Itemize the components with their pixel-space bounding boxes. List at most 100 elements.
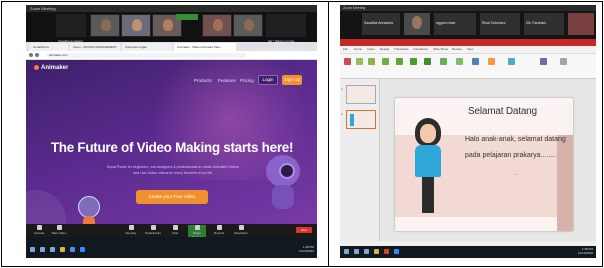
zoom-icon[interactable] bbox=[394, 249, 399, 254]
slide-thumbnail-selected[interactable] bbox=[346, 110, 376, 129]
clock: 1:48 PM 10/10/2020 bbox=[577, 247, 593, 255]
slide-title[interactable]: Selamat Datang bbox=[468, 106, 537, 117]
participant-tile[interactable]: ngguin resat bbox=[434, 13, 476, 35]
browser-tab[interactable]: Gmail/Inbox bbox=[30, 43, 68, 51]
chat-button[interactable]: Chat bbox=[166, 225, 184, 235]
window-title: Zoom Meeting bbox=[30, 6, 56, 11]
chrome-icon[interactable] bbox=[70, 247, 75, 252]
participant-tile[interactable] bbox=[404, 13, 430, 35]
start-icon[interactable] bbox=[30, 247, 35, 252]
unmute-button[interactable]: Unmute bbox=[30, 225, 48, 235]
search-icon[interactable] bbox=[354, 249, 359, 254]
new-slide-icon[interactable] bbox=[356, 58, 363, 65]
slide-thumbnails: 1 2 bbox=[340, 79, 380, 241]
participant-tile[interactable] bbox=[202, 14, 232, 37]
tab-animations[interactable]: Animations bbox=[413, 47, 428, 51]
slide-thumbnail[interactable] bbox=[346, 85, 376, 104]
start-video-button[interactable]: Start Video bbox=[50, 225, 68, 235]
participant-tile[interactable]: Ifal * Waria nur Osa... bbox=[266, 14, 306, 43]
tab-file[interactable]: File bbox=[343, 47, 348, 51]
windows-taskbar: 1:48 PM 10/10/2020 bbox=[340, 246, 596, 258]
animaker-page: Animaker Products Features Pricing Login… bbox=[26, 60, 317, 237]
participants-button[interactable]: Participants bbox=[144, 225, 162, 235]
tab-insert[interactable]: Insert bbox=[367, 47, 375, 51]
windows-taskbar: 1:48 PM 10/10/2020 bbox=[26, 237, 317, 258]
nav-pricing[interactable]: Pricing bbox=[240, 78, 254, 83]
participant-tile[interactable] bbox=[121, 14, 151, 37]
current-slide[interactable]: Selamat Datang Halo anak-anak, selamat d… bbox=[395, 98, 573, 231]
slide-text-line[interactable]: Halo anak-anak, selamat datang bbox=[465, 136, 566, 143]
reactions-button[interactable]: Reactions bbox=[232, 225, 250, 235]
folder-icon[interactable] bbox=[60, 247, 65, 252]
zoom-gallery-strip: Sasafika Annastria ngguin resat Rizal Oc… bbox=[340, 11, 596, 39]
participant-tile[interactable]: DIL Farahani bbox=[524, 13, 564, 35]
ribbon-toolbar bbox=[340, 54, 596, 79]
browser-tabstrip: Gmail/Inbox Zoom - DIGITAL MANAGEMENT Ku… bbox=[26, 42, 317, 51]
folder-icon[interactable] bbox=[374, 249, 379, 254]
record-icon bbox=[216, 225, 222, 230]
search-icon[interactable] bbox=[40, 247, 45, 252]
browser-tab[interactable]: Zoom - DIGITAL MANAGEMENT bbox=[70, 43, 120, 51]
clock: 1:48 PM 10/10/2020 bbox=[298, 245, 314, 253]
chat-icon bbox=[172, 225, 178, 230]
shape-icon[interactable] bbox=[440, 58, 447, 65]
shape-icon[interactable] bbox=[382, 58, 389, 65]
mic-icon bbox=[36, 225, 42, 230]
browser-tab[interactable]: Kumpulan tugas bbox=[122, 43, 172, 51]
replace-icon[interactable] bbox=[560, 58, 567, 65]
record-button[interactable]: Record bbox=[210, 225, 228, 235]
arrange-icon[interactable] bbox=[472, 58, 479, 65]
shape-icon[interactable] bbox=[456, 58, 463, 65]
shield-icon bbox=[128, 225, 134, 230]
ribbon-tabs: File Home Insert Design Transitions Anim… bbox=[340, 46, 596, 54]
participant-tile[interactable] bbox=[233, 14, 263, 37]
smile-icon bbox=[238, 225, 244, 230]
find-icon[interactable] bbox=[540, 58, 547, 65]
back-icon[interactable] bbox=[29, 53, 33, 57]
layout-icon[interactable] bbox=[368, 58, 375, 65]
nav-features[interactable]: Features bbox=[218, 78, 236, 83]
taskview-icon[interactable] bbox=[364, 249, 369, 254]
tab-transitions[interactable]: Transitions bbox=[394, 47, 409, 51]
participant-tile[interactable]: Sasafika Annastria bbox=[362, 13, 400, 35]
signup-button[interactable]: Sign Up bbox=[282, 75, 302, 85]
powerpoint-icon[interactable] bbox=[384, 249, 389, 254]
shape-icon[interactable] bbox=[424, 58, 431, 65]
zoom-icon[interactable] bbox=[80, 247, 85, 252]
nav-products[interactable]: Products bbox=[194, 78, 212, 83]
start-icon[interactable] bbox=[344, 249, 349, 254]
right-screenshot: Zoom Meeting Sasafika Annastria ngguin r… bbox=[340, 5, 596, 258]
zoom-titlebar: Zoom Meeting bbox=[26, 5, 317, 12]
hero-subline: Equal Power for beginners, non-designers… bbox=[106, 165, 240, 169]
participant-tile[interactable] bbox=[90, 14, 120, 37]
shape-fill-icon[interactable] bbox=[508, 58, 515, 65]
left-screenshot: Zoom Meeting Sasafika Annastria Ifal * W… bbox=[26, 5, 317, 258]
paste-icon[interactable] bbox=[344, 58, 351, 65]
tab-view[interactable]: View bbox=[467, 47, 473, 51]
security-button[interactable]: Security bbox=[122, 225, 140, 235]
zoom-control-bar: Unmute Start Video Security Participants… bbox=[26, 224, 317, 239]
tab-home[interactable]: Home bbox=[354, 47, 362, 51]
tab-review[interactable]: Review bbox=[452, 47, 462, 51]
slide-text-line[interactable]: pada pelajaran prakarya........ bbox=[465, 152, 556, 159]
browser-tab-active[interactable]: Animaker - Make Animated Vide... bbox=[174, 43, 236, 51]
participant-tile[interactable]: Sasafika Annastria bbox=[56, 14, 86, 43]
tab-slideshow[interactable]: Slide Show bbox=[433, 47, 448, 51]
url-field[interactable]: animaker.com bbox=[46, 53, 246, 58]
login-button[interactable]: Login bbox=[258, 75, 278, 85]
slide-text-mark: . bbox=[515, 170, 517, 177]
logo-icon bbox=[34, 65, 39, 70]
tab-design[interactable]: Design bbox=[380, 47, 389, 51]
quick-styles-icon[interactable] bbox=[488, 58, 495, 65]
shape-icon[interactable] bbox=[396, 58, 403, 65]
create-video-button[interactable]: Create your Free Video bbox=[136, 190, 208, 204]
end-meeting-button[interactable]: End bbox=[296, 227, 312, 233]
animaker-logo[interactable]: Animaker bbox=[34, 65, 68, 71]
forward-icon[interactable] bbox=[35, 53, 39, 57]
share-icon bbox=[194, 225, 200, 230]
taskview-icon[interactable] bbox=[50, 247, 55, 252]
participant-tile[interactable] bbox=[568, 13, 594, 35]
shape-icon[interactable] bbox=[410, 58, 417, 65]
participant-tile[interactable]: Rizal Octoviani bbox=[480, 13, 520, 35]
share-indicator-bar bbox=[340, 39, 596, 46]
